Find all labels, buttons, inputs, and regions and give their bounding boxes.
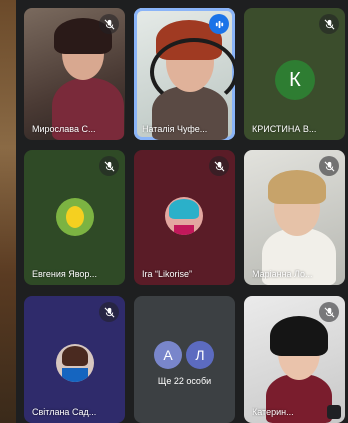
participant-tile-yevheniia[interactable]: Евгения Явор... [24, 150, 125, 285]
participant-hair [270, 316, 328, 356]
participant-name: Евгения Явор... [32, 269, 97, 279]
mic-muted-icon [319, 156, 339, 176]
participant-name: КРИСТИНА В... [252, 124, 317, 134]
participant-name: Наталія Чуфе... [142, 124, 208, 134]
participant-tile-svitlana[interactable]: Світлана Сад... [24, 296, 125, 423]
participant-name: Катерин... [252, 407, 294, 417]
participant-tile-kateryna[interactable]: Катерин... [244, 296, 345, 423]
mic-muted-icon [319, 14, 339, 34]
more-participants-label: Ще 22 особи [157, 376, 212, 386]
participant-tile-natalia[interactable]: Наталія Чуфе... [134, 8, 235, 140]
participant-tile-marianna[interactable]: Маріанна Ло... [244, 150, 345, 285]
background-video-edge [0, 0, 16, 423]
participant-tile-ira[interactable]: Ira “Likorise” [134, 150, 235, 285]
participant-hair [268, 170, 326, 204]
avatar [56, 344, 94, 382]
mic-muted-icon [319, 302, 339, 322]
participant-name: Світлана Сад... [32, 407, 97, 417]
mic-muted-icon [99, 14, 119, 34]
participant-name: Ira “Likorise” [142, 269, 193, 279]
avatar [165, 197, 203, 235]
speaking-indicator-icon [209, 14, 229, 34]
more-participants-tile[interactable]: А Л Ще 22 особи [134, 296, 235, 423]
mic-muted-icon [99, 302, 119, 322]
participant-name: Маріанна Ло... [252, 269, 313, 279]
avatar: К [275, 60, 315, 100]
headset [150, 38, 235, 106]
avatar: Л [186, 341, 214, 369]
mic-muted-icon [209, 156, 229, 176]
participant-tile-krystyna[interactable]: К КРИСТИНА В... [244, 8, 345, 140]
participant-name: Мирослава С... [32, 124, 96, 134]
avatar: А [154, 341, 182, 369]
avatar [56, 198, 94, 236]
mic-muted-icon [99, 156, 119, 176]
participant-tile-myroslava[interactable]: Мирослава С... [24, 8, 125, 140]
